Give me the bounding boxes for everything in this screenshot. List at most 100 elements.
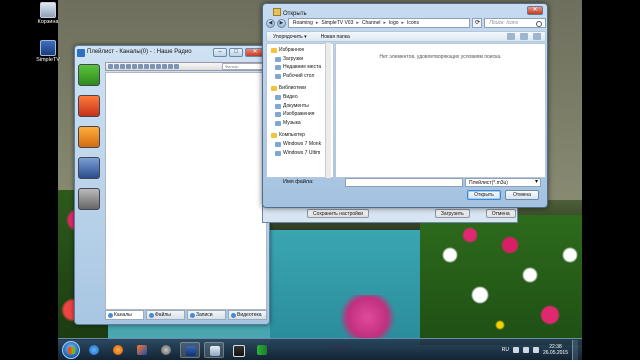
address-bar[interactable]: Roaming ▸ SimpleTV V03 ▸ Channel ▸ logo ▸ Ic… — [287, 18, 471, 28]
window-taskbar-icon[interactable] — [204, 341, 224, 358]
playlist-side-panel — [78, 64, 102, 219]
toolbar-icon[interactable] — [114, 64, 119, 69]
maximize-button[interactable]: □ — [229, 48, 243, 57]
breadcrumb-item[interactable]: SimpleTV V03 — [321, 19, 353, 27]
navigation-pane-scrollbar[interactable] — [325, 43, 331, 178]
settings-taskbar-icon[interactable] — [156, 342, 176, 358]
file-list[interactable]: Нет элементов, удовлетворяющих условиям … — [335, 43, 546, 178]
filter-input[interactable]: Фильтр — [222, 63, 266, 70]
app-taskbar-icon[interactable] — [252, 342, 272, 358]
playlist-app-icon — [77, 49, 85, 57]
video-editor-taskbar-icon[interactable] — [228, 342, 248, 358]
side-button-monitor[interactable] — [78, 157, 100, 179]
navigation-pane: Избранное Загрузки Недавние места Рабочи… — [266, 43, 334, 178]
filename-label: Имя файла: — [283, 179, 314, 185]
breadcrumb-item[interactable]: Roaming — [293, 19, 313, 27]
nav-item-video[interactable]: Видео — [269, 93, 333, 102]
nav-item-libraries[interactable]: Библиотеки — [269, 84, 333, 93]
clock-date: 26.05.2015 — [542, 349, 568, 356]
help-icon[interactable] — [533, 33, 541, 40]
toolbar-icon[interactable] — [138, 64, 143, 69]
recycle-bin-icon — [40, 2, 56, 18]
toolbar-icon[interactable] — [174, 64, 179, 69]
nav-item-drive[interactable]: Windows 7 Ultim — [269, 149, 333, 158]
playlist-title: Плейлист - Каналы(0) - : Наше Радио — [87, 49, 192, 55]
preview-pane-icon[interactable] — [520, 33, 528, 40]
new-folder-button[interactable]: Новая папка — [321, 34, 350, 40]
simpletv-label: SimpleTV — [36, 57, 60, 63]
ie-taskbar-icon[interactable] — [84, 342, 104, 358]
command-bar: Упорядочить ▾ Новая папка — [266, 31, 546, 42]
media-taskbar-icon[interactable] — [132, 342, 152, 358]
toolbar-icon[interactable] — [168, 64, 173, 69]
toolbar-icon[interactable] — [132, 64, 137, 69]
clock[interactable]: 22:38 26.05.2015 — [543, 344, 568, 356]
breadcrumb-item[interactable]: Channel — [362, 19, 381, 27]
cancel-settings-button[interactable]: Отмена — [485, 209, 516, 218]
nav-item-favorites[interactable]: Избранное — [269, 46, 333, 55]
load-button[interactable]: Загрузить — [434, 209, 470, 218]
recycle-bin-label: Корзина — [37, 19, 59, 25]
taskbar: RU 22:38 26.05.2015 — [58, 338, 582, 360]
simpletv-desktop-icon[interactable]: SimpleTV — [34, 40, 62, 63]
flag-icon[interactable] — [512, 346, 519, 353]
toolbar-icon[interactable] — [150, 64, 155, 69]
nav-item-recent-places[interactable]: Недавние места — [269, 63, 333, 72]
toolbar-icon[interactable] — [162, 64, 167, 69]
nav-item-documents[interactable]: Документы — [269, 102, 333, 111]
minimize-button[interactable]: – — [213, 48, 227, 57]
playlist-titlebar[interactable]: Плейлист - Каналы(0) - : Наше Радио – □ … — [75, 46, 269, 60]
nav-item-desktop[interactable]: Рабочий стол — [269, 72, 333, 81]
filename-input[interactable] — [345, 178, 463, 187]
toolbar-icon[interactable] — [144, 64, 149, 69]
refresh-icon[interactable]: ⟳ — [472, 18, 483, 28]
nav-item-computer[interactable]: Компьютер — [269, 131, 333, 140]
toolbar-icon[interactable] — [108, 64, 113, 69]
tab-records[interactable]: Записи — [187, 310, 226, 320]
filetype-select[interactable]: Плейлист(*.m3u) — [465, 178, 541, 187]
breadcrumb-item[interactable]: Icons — [407, 19, 419, 27]
tab-videolibrary[interactable]: Видеотека — [228, 310, 267, 320]
breadcrumb-item[interactable]: logo — [389, 19, 398, 27]
toolbar-icon[interactable] — [156, 64, 161, 69]
organize-button[interactable]: Упорядочить ▾ — [273, 34, 307, 40]
volume-icon[interactable] — [532, 346, 539, 353]
language-indicator[interactable]: RU — [502, 347, 509, 353]
recycle-bin-desktop-icon[interactable]: Корзина — [34, 2, 62, 25]
open-file-dialog: Открыть ✕ ◀ ▶ Roaming ▸ SimpleTV V03 ▸ Cha… — [262, 3, 548, 208]
simpletv-taskbar-icon[interactable] — [180, 341, 200, 358]
empty-message: Нет элементов, удовлетворяющих условиям … — [379, 54, 502, 60]
nav-item-pictures[interactable]: Изображения — [269, 110, 333, 119]
open-button[interactable]: Открыть — [467, 190, 501, 200]
playlist-tabs: Каналы Файлы Записи Видеотека — [105, 310, 267, 320]
back-button[interactable]: ◀ — [266, 18, 275, 28]
forward-button[interactable]: ▶ — [276, 18, 286, 28]
view-options-icon[interactable] — [507, 33, 515, 40]
search-input[interactable]: Поиск: Icons — [484, 18, 546, 28]
playlist-toolbar: Фильтр — [105, 62, 267, 71]
nav-item-drive[interactable]: Windows 7 Monk — [269, 140, 333, 149]
side-button-lock[interactable] — [78, 188, 100, 210]
system-tray: RU 22:38 26.05.2015 — [502, 339, 582, 360]
firefox-taskbar-icon[interactable] — [108, 342, 128, 358]
network-icon[interactable] — [522, 346, 529, 353]
side-button-media[interactable] — [78, 126, 100, 148]
navigation-bar: ◀ ▶ Roaming ▸ SimpleTV V03 ▸ Channel ▸ logo… — [266, 17, 546, 29]
dialog-title: Открыть — [273, 8, 307, 17]
playlist-area[interactable] — [105, 72, 267, 310]
show-desktop-button[interactable] — [572, 339, 578, 360]
simpletv-icon — [40, 40, 56, 56]
side-button-check[interactable] — [78, 64, 100, 86]
side-button-record[interactable] — [78, 95, 100, 117]
playlist-window: Плейлист - Каналы(0) - : Наше Радио – □ … — [74, 45, 270, 325]
nav-item-music[interactable]: Музыка — [269, 119, 333, 128]
toolbar-icon[interactable] — [120, 64, 125, 69]
toolbar-icon[interactable] — [126, 64, 131, 69]
save-settings-button[interactable]: Сохранить настройки — [307, 209, 369, 218]
start-button[interactable] — [62, 340, 80, 359]
nav-item-downloads[interactable]: Загрузки — [269, 55, 333, 64]
tab-files[interactable]: Файлы — [146, 310, 185, 320]
tab-channels[interactable]: Каналы — [105, 310, 144, 320]
cancel-button[interactable]: Отмена — [505, 190, 539, 200]
dialog-close-button[interactable]: ✕ — [527, 6, 543, 15]
